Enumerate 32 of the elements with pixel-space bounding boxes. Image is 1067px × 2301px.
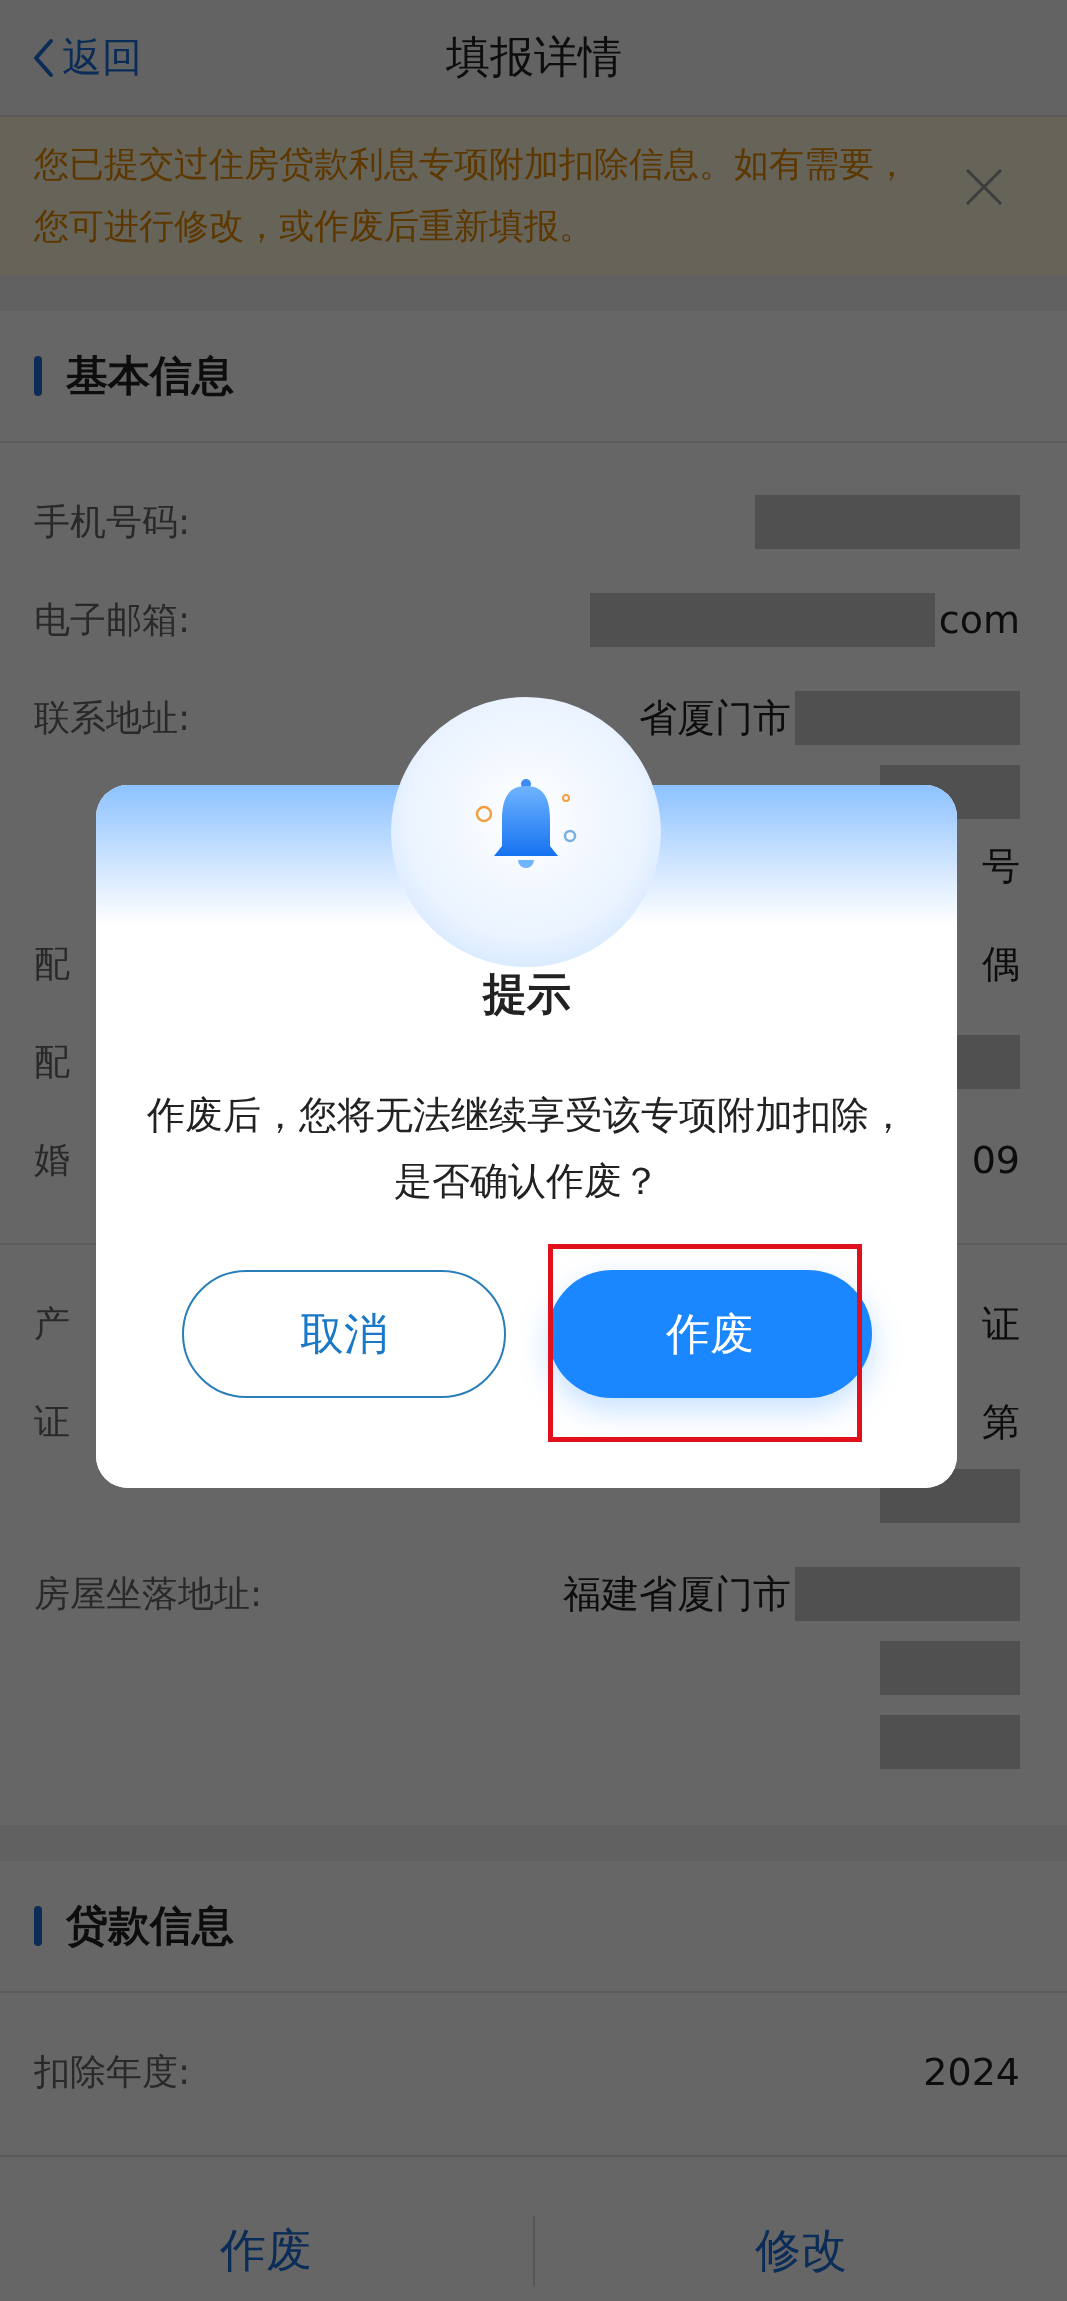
field-value: 福建省厦门市 <box>563 1570 791 1618</box>
field-value: 偶 <box>982 940 1020 988</box>
field-label: 证 <box>34 1400 70 1444</box>
back-button[interactable]: 返回 <box>32 30 142 85</box>
close-icon[interactable] <box>964 167 1004 207</box>
field-label: 配 <box>34 1040 70 1084</box>
field-value: 号 <box>982 842 1020 890</box>
page-title: 填报详情 <box>445 30 622 84</box>
chevron-left-icon <box>32 37 54 78</box>
section-title: 贷款信息 <box>66 1900 234 1952</box>
field-label: 房屋坐落地址: <box>34 1572 263 1616</box>
field-label: 电子邮箱: <box>34 598 191 642</box>
field-value: 证 <box>982 1300 1020 1348</box>
cancel-button[interactable]: 取消 <box>181 1270 506 1398</box>
field-value: com <box>938 598 1020 642</box>
field-label: 扣除年度: <box>34 2050 191 2094</box>
accent-bar <box>34 1906 42 1946</box>
field-value: 2024 <box>923 2050 1020 2094</box>
section-title: 基本信息 <box>66 350 234 402</box>
field-value: 09 <box>971 1138 1020 1182</box>
field-label: 产 <box>34 1302 70 1346</box>
accent-bar <box>34 356 42 396</box>
field-value: 第 <box>982 1398 1020 1446</box>
dialog-title: 提示 <box>482 967 571 1021</box>
field-label: 配 <box>34 942 70 986</box>
field-value: 省厦门市 <box>639 694 791 742</box>
notice-text: 您已提交过住房贷款利息专项附加扣除信息。如有需要，您可进行修改，或作废后重新填报。 <box>34 143 910 248</box>
dialog-message: 作废后，您将无法继续享受该专项附加扣除，是否确认作废？ <box>146 1092 907 1205</box>
field-label: 婚 <box>34 1138 70 1182</box>
action-button[interactable]: 作废 <box>0 2196 533 2301</box>
field-label: 手机号码: <box>34 500 191 544</box>
field-label: 联系地址: <box>34 696 191 740</box>
